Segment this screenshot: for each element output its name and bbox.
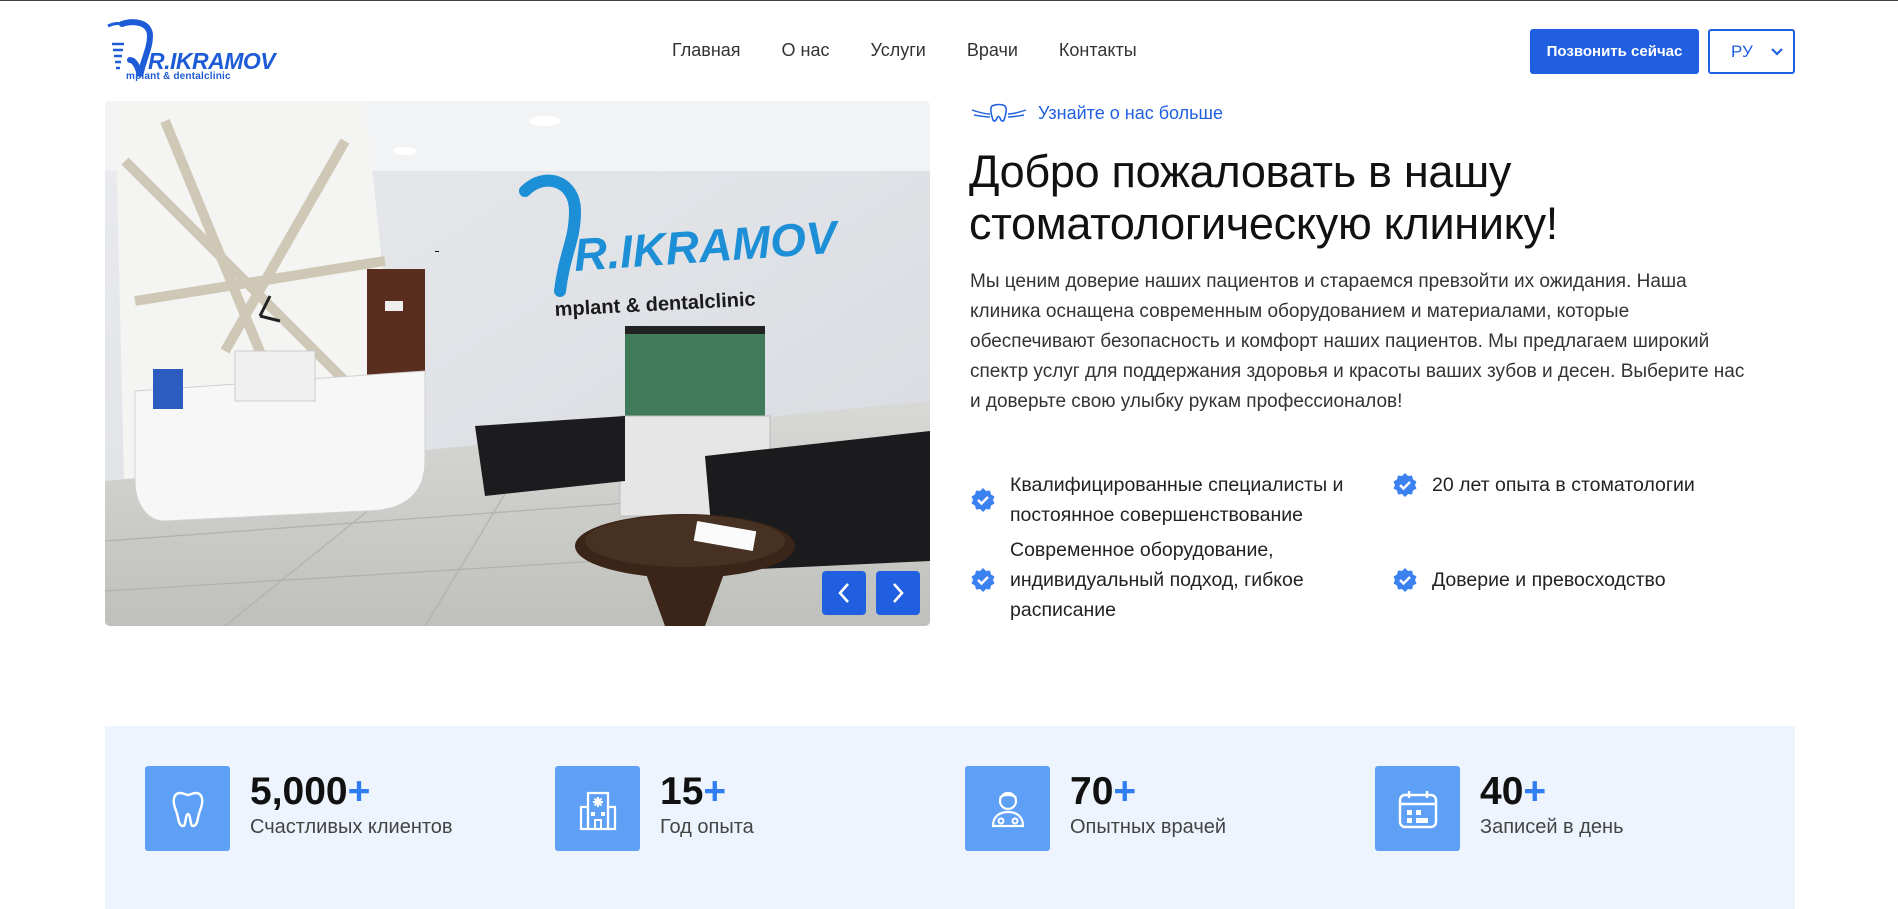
stat-label: Записей в день — [1480, 816, 1624, 838]
stat-icon-box — [555, 766, 640, 851]
main-nav: Главная О нас Услуги Врачи Контакты — [672, 40, 1137, 61]
stat-appointments: 40+ Записей в день — [1375, 766, 1624, 851]
nav-home[interactable]: Главная — [672, 40, 741, 61]
slider-prev-button[interactable] — [822, 571, 866, 615]
tooth-icon — [172, 791, 203, 827]
chevron-right-icon — [893, 583, 904, 603]
slider-next-button[interactable] — [876, 571, 920, 615]
stat-clients: 5,000+ Счастливых клиентов — [145, 766, 453, 851]
nav-about[interactable]: О нас — [782, 40, 830, 61]
feature-item: Квалифицированные специалисты и постоянн… — [970, 470, 1370, 530]
feature-item: Современное оборудование, индивидуальный… — [970, 535, 1340, 625]
top-border — [0, 0, 1898, 1]
winged-tooth-icon — [971, 103, 1027, 122]
stat-icon-box — [145, 766, 230, 851]
feature-text: Современное оборудование, индивидуальный… — [1010, 539, 1304, 621]
call-now-button[interactable]: Позвонить сейчас — [1530, 29, 1699, 74]
feature-item: 20 лет опыта в стоматологии — [1392, 470, 1792, 500]
check-badge-icon — [971, 568, 995, 592]
stat-value: 70+ — [1070, 770, 1137, 813]
about-description: Мы ценим доверие наших пациентов и стара… — [970, 271, 1745, 412]
check-badge-icon — [1393, 568, 1417, 592]
stat-value: 5,000+ — [250, 770, 371, 813]
clinic-interior-image: R.IKRAMOV mplant & dentalclinic — [105, 101, 930, 626]
page-title: Добро пожаловать в нашу стоматологическу… — [969, 146, 1558, 249]
hospital-icon — [579, 791, 616, 830]
logo-tagline: mplant & dentalclinic — [126, 71, 231, 82]
nav-doctors[interactable]: Врачи — [967, 40, 1018, 61]
stats-band: 5,000+ Счастливых клиентов 15+ Год опыта… — [105, 726, 1795, 909]
kicker-text[interactable]: Узнайте о нас больше — [1038, 103, 1223, 124]
stat-doctors: 70+ Опытных врачей — [965, 766, 1226, 851]
clinic-photo-slider: R.IKRAMOV mplant & dentalclinic — [105, 101, 930, 626]
nav-services[interactable]: Услуги — [870, 40, 925, 61]
stat-label: Опытных врачей — [1070, 816, 1227, 838]
feature-text: Квалифицированные специалисты и постоянн… — [1010, 474, 1344, 526]
calendar-icon — [1398, 790, 1437, 828]
section-kicker: Узнайте о нас больше — [970, 102, 1223, 124]
nav-contacts[interactable]: Контакты — [1059, 40, 1137, 61]
feature-text: 20 лет опыта в стоматологии — [1432, 474, 1695, 496]
doctor-icon — [991, 791, 1024, 827]
check-badge-icon — [971, 488, 995, 512]
stat-experience: 15+ Год опыта — [555, 766, 754, 851]
chevron-down-icon — [1771, 48, 1783, 56]
site-logo[interactable]: R.IKRAMOV mplant & dentalclinic — [104, 18, 284, 84]
language-select[interactable]: РУ — [1708, 29, 1795, 74]
feature-text: Доверие и превосходство — [1432, 569, 1666, 591]
stat-icon-box — [965, 766, 1050, 851]
stat-label: Счастливых клиентов — [250, 816, 453, 838]
stat-value: 40+ — [1480, 770, 1547, 813]
feature-item: Доверие и превосходство — [1392, 565, 1792, 595]
chevron-left-icon — [838, 583, 849, 603]
stat-value: 15+ — [660, 770, 727, 813]
check-badge-icon — [1393, 473, 1417, 497]
stat-label: Год опыта — [660, 816, 754, 838]
language-value: РУ — [1731, 41, 1753, 61]
stat-icon-box — [1375, 766, 1460, 851]
